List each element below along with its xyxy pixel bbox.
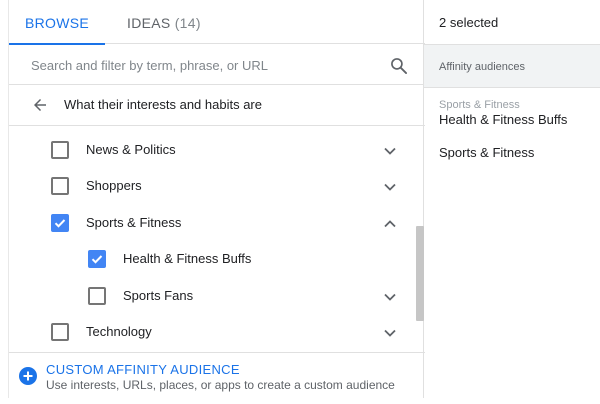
- custom-audience-title: Custom Affinity Audience: [46, 362, 240, 377]
- list-item-sports-fitness[interactable]: Sports & Fitness: [9, 205, 409, 241]
- list-item-label: Technology: [86, 324, 152, 339]
- chevron-down-icon[interactable]: [383, 144, 397, 158]
- chevron-down-icon[interactable]: [383, 326, 397, 340]
- chevron-up-icon[interactable]: [383, 217, 397, 231]
- list-item-label: Sports & Fitness: [86, 215, 182, 230]
- list-item-shoppers[interactable]: Shoppers: [9, 168, 409, 204]
- list-item-label: Shoppers: [86, 178, 142, 193]
- custom-affinity-audience-button[interactable]: Custom Affinity Audience Use interests, …: [9, 352, 425, 398]
- chevron-down-icon[interactable]: [383, 180, 397, 194]
- search-bar: [9, 45, 425, 85]
- chevron-down-icon[interactable]: [383, 290, 397, 304]
- selected-count: 2 selected: [439, 15, 499, 30]
- checkbox-health-fitness-buffs[interactable]: [88, 250, 106, 268]
- checkmark-icon: [91, 255, 103, 264]
- tab-ideas-count: (14): [174, 15, 201, 31]
- list-item-health-fitness-buffs[interactable]: Health & Fitness Buffs: [9, 241, 409, 277]
- section-header-label: Affinity audiences: [439, 61, 526, 73]
- selected-item-health-fitness-buffs[interactable]: Health & Fitness Buffs: [439, 112, 567, 127]
- browse-panel: Browse Ideas (14) What their interests a…: [8, 0, 425, 398]
- breadcrumb-label: What their interests and habits are: [64, 97, 262, 112]
- breadcrumb: What their interests and habits are: [9, 86, 425, 126]
- list-item-technology[interactable]: Technology: [9, 314, 409, 350]
- selection-panel: 2 selected Affinity audiences Sports & F…: [424, 0, 600, 404]
- list-item-news-politics[interactable]: News & Politics: [9, 132, 409, 168]
- custom-audience-description: Use interests, URLs, places, or apps to …: [46, 378, 395, 392]
- search-input[interactable]: [31, 55, 381, 75]
- search-icon[interactable]: [389, 56, 409, 76]
- arrow-back-icon[interactable]: [31, 96, 49, 114]
- category-list: News & Politics Shoppers Sports & Fitnes…: [9, 127, 425, 351]
- list-item-label: Sports Fans: [123, 288, 194, 303]
- selected-item-parent: Sports & Fitness: [439, 99, 520, 111]
- selection-section-header: Affinity audiences: [424, 44, 600, 88]
- checkmark-icon: [54, 219, 66, 228]
- selected-item-sports-fitness[interactable]: Sports & Fitness: [439, 145, 534, 160]
- tab-bar: Browse Ideas (14): [9, 0, 425, 45]
- checkbox-technology[interactable]: [51, 323, 69, 341]
- scrollbar-thumb[interactable]: [416, 226, 424, 321]
- tab-browse[interactable]: Browse: [9, 0, 105, 45]
- checkbox-shoppers[interactable]: [51, 177, 69, 195]
- add-circle-icon: [19, 367, 37, 385]
- checkbox-sports-fans[interactable]: [88, 287, 106, 305]
- checkbox-sports-fitness[interactable]: [51, 214, 69, 232]
- tab-ideas[interactable]: Ideas (14): [127, 0, 201, 44]
- list-item-label: News & Politics: [86, 142, 176, 157]
- list-item-sports-fans[interactable]: Sports Fans: [9, 278, 409, 314]
- checkbox-news-politics[interactable]: [51, 141, 69, 159]
- list-item-label: Health & Fitness Buffs: [123, 251, 252, 266]
- tab-ideas-label: Ideas: [127, 15, 171, 31]
